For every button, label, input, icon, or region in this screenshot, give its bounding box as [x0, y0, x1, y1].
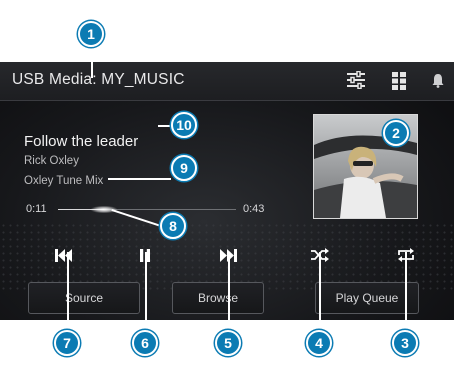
- track-title: Follow the leader: [24, 133, 139, 150]
- callout-8: 8: [160, 213, 186, 239]
- header-bar: USB Media: MY_MUSIC: [0, 62, 454, 101]
- callout-9: 9: [171, 155, 197, 181]
- callout-1: 1: [78, 21, 104, 47]
- leader-line-4: [319, 252, 321, 330]
- callout-6: 6: [132, 330, 158, 356]
- leader-line-3: [405, 252, 407, 330]
- leader-line-10: [158, 125, 172, 127]
- browse-button[interactable]: Browse: [172, 282, 264, 314]
- track-artist: Rick Oxley: [24, 155, 79, 167]
- leader-line-7: [67, 252, 69, 330]
- elapsed-time: 0:11: [26, 203, 47, 215]
- callout-10: 10: [171, 112, 197, 138]
- progress-bar[interactable]: [58, 206, 236, 213]
- previous-button[interactable]: [47, 244, 81, 266]
- callout-5: 5: [215, 330, 241, 356]
- leader-line-9: [108, 178, 171, 180]
- sliders-icon[interactable]: [346, 70, 366, 94]
- leader-line-1: [91, 45, 93, 78]
- source-button[interactable]: Source: [28, 282, 140, 314]
- grid-icon[interactable]: [392, 72, 406, 95]
- bell-icon[interactable]: [432, 73, 444, 93]
- callout-2: 2: [383, 120, 409, 146]
- source-title: USB Media: MY_MUSIC: [12, 71, 185, 88]
- play-queue-button[interactable]: Play Queue: [315, 282, 419, 314]
- callout-7: 7: [54, 330, 80, 356]
- total-time: 0:43: [243, 203, 265, 215]
- callout-3: 3: [392, 330, 418, 356]
- leader-line-6: [145, 252, 147, 330]
- leader-line-5: [228, 252, 230, 330]
- skip-previous-icon: [55, 248, 72, 262]
- callout-4: 4: [306, 330, 332, 356]
- track-album: Oxley Tune Mix: [24, 175, 104, 187]
